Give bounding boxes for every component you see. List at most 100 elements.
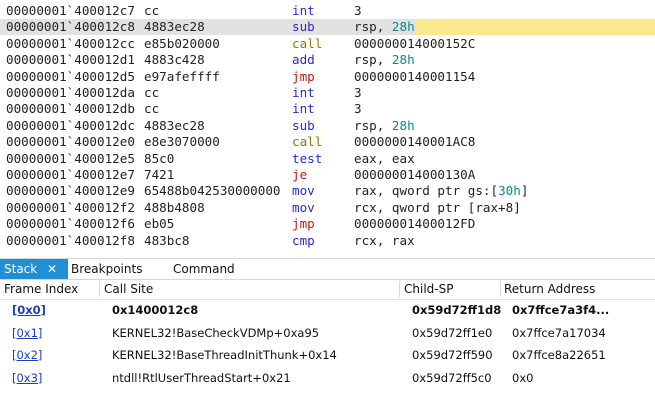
- disasm-mnemonic: cmp: [292, 232, 315, 248]
- disasm-mnemonic: int: [292, 3, 315, 18]
- child-sp: 0x59d72ff1d8: [412, 303, 502, 317]
- child-sp: 0x59d72ff1e0: [412, 325, 493, 340]
- column-divider[interactable]: [399, 281, 400, 297]
- disasm-row-current[interactable]: 00000001`400012c8 4883ec28 sub rsp, 28h: [0, 19, 655, 36]
- disasm-mnemonic: sub: [292, 117, 315, 133]
- disasm-address: 00000001`400012f2: [6, 199, 135, 215]
- disasm-bytes: eb05: [144, 216, 175, 232]
- disasm-bytes: 85c0: [144, 150, 175, 166]
- tab-stack-label: Stack: [4, 262, 38, 276]
- col-frame-index[interactable]: Frame Index: [4, 279, 78, 299]
- disasm-row[interactable]: 00000001`400012e7 7421 je 000000014000130A: [0, 167, 655, 183]
- disasm-address: 00000001`400012da: [6, 85, 135, 100]
- operand-immediate: 28h: [391, 117, 415, 133]
- tab-bar: Stack ✕ Breakpoints Command: [0, 258, 655, 280]
- disasm-address: 00000001`400012d5: [6, 68, 135, 84]
- disasm-bytes: 4883ec28: [144, 117, 205, 133]
- disasm-operands: 3: [354, 101, 362, 117]
- frame-index-link[interactable]: [0x2]: [12, 344, 42, 366]
- disasm-address: 00000001`400012f6: [6, 216, 135, 232]
- disasm-bytes: cc: [144, 85, 160, 100]
- operand-immediate: 30h: [498, 183, 521, 199]
- frame-index-link[interactable]: [0x3]: [12, 367, 42, 389]
- disasm-operands: eax, eax: [354, 150, 415, 166]
- disasm-operands: 3: [354, 3, 362, 18]
- disasm-mnemonic: sub: [292, 19, 315, 35]
- col-child-sp[interactable]: Child-SP: [404, 279, 453, 299]
- stack-row[interactable]: [0x2] KERNEL32!BaseThreadInitThunk+0x14 0x…: [0, 344, 655, 366]
- disasm-row[interactable]: 00000001`400012e5 85c0 test eax, eax: [0, 151, 655, 167]
- call-site: 0x1400012c8: [112, 303, 199, 317]
- disasm-mnemonic: int: [292, 101, 315, 117]
- disasm-bytes: 488b4808: [144, 199, 205, 215]
- disasm-mnemonic: je: [292, 167, 308, 182]
- disasm-row[interactable]: 00000001`400012da cc int 3: [0, 85, 655, 101]
- disasm-bytes: 4883ec28: [144, 19, 205, 35]
- frame-index-link[interactable]: [0x1]: [12, 322, 42, 344]
- disasm-bytes: 65488b042530000000: [144, 183, 281, 199]
- disasm-operands: rsp, 28h: [354, 19, 415, 35]
- disasm-mnemonic: jmp: [292, 68, 315, 84]
- disasm-bytes: e97afeffff: [144, 68, 220, 84]
- column-divider[interactable]: [500, 281, 501, 297]
- col-return-address[interactable]: Return Address: [504, 279, 595, 299]
- disasm-row[interactable]: 00000001`400012db cc int 3: [0, 101, 655, 117]
- disasm-address: 00000001`400012f8: [6, 232, 135, 248]
- tab-breakpoints[interactable]: Breakpoints: [71, 259, 142, 279]
- disasm-operands: 3: [354, 85, 362, 100]
- disasm-bytes: 483bc8: [144, 232, 190, 248]
- disasm-address: 00000001`400012e7: [6, 167, 135, 182]
- disasm-mnemonic: mov: [292, 199, 315, 215]
- return-address: 0x0: [512, 370, 534, 385]
- close-icon[interactable]: ✕: [47, 259, 57, 279]
- child-sp: 0x59d72ff590: [412, 348, 493, 362]
- disasm-row[interactable]: 00000001`400012f2 488b4808 mov rcx, qword p…: [0, 200, 655, 216]
- operand-immediate: 28h: [391, 19, 415, 35]
- return-address: 0x7ffce7a17034: [512, 325, 606, 340]
- stack-row[interactable]: [0x1] KERNEL32!BaseCheckVDMp+0xa95 0x59d72…: [0, 322, 655, 344]
- disasm-row[interactable]: 00000001`400012d5 e97afeffff jmp 0000000140…: [0, 69, 655, 85]
- disasm-operands: 00000001400012FD: [354, 216, 476, 232]
- child-sp: 0x59d72ff5c0: [412, 370, 492, 385]
- disasm-row[interactable]: 00000001`400012d1 4883c428 add rsp, 28h: [0, 52, 655, 68]
- disasm-row[interactable]: 00000001`400012f8 483bc8 cmp rcx, rax: [0, 233, 655, 249]
- call-site: KERNEL32!BaseCheckVDMp+0xa95: [112, 325, 320, 340]
- disasm-bytes: 7421: [144, 167, 175, 182]
- stack-row[interactable]: [0x3] ntdll!RtlUserThreadStart+0x21 0x59d7…: [0, 367, 655, 389]
- tab-command[interactable]: Command: [173, 259, 235, 279]
- disasm-address: 00000001`400012e5: [6, 150, 135, 166]
- disasm-mnemonic: int: [292, 85, 315, 100]
- call-site: ntdll!RtlUserThreadStart+0x21: [112, 370, 291, 385]
- call-site: KERNEL32!BaseThreadInitThunk+0x14: [112, 348, 337, 362]
- disasm-row[interactable]: 00000001`400012cc e85b020000 call 000000014…: [0, 36, 655, 52]
- disasm-row[interactable]: 00000001`400012f6 eb05 jmp 00000001400012FD: [0, 216, 655, 232]
- disassembly-pane[interactable]: 00000001`400012c7 cc int 3 00000001`400012c8…: [0, 0, 655, 252]
- disasm-address: 00000001`400012db: [6, 101, 135, 117]
- disasm-bytes: e85b020000: [144, 35, 220, 51]
- disasm-operands: rcx, qword ptr [rax+8]: [354, 199, 521, 215]
- disasm-address: 00000001`400012cc: [6, 35, 135, 51]
- col-call-site[interactable]: Call Site: [104, 279, 153, 299]
- disasm-row[interactable]: 00000001`400012dc 4883ec28 sub rsp, 28h: [0, 118, 655, 134]
- disasm-bytes: cc: [144, 101, 160, 117]
- disasm-address: 00000001`400012e0: [6, 134, 135, 150]
- disasm-row[interactable]: 00000001`400012e0 e8e3070000 call 000000014…: [0, 134, 655, 150]
- return-address: 0x7ffce8a22651: [512, 348, 606, 362]
- disasm-row[interactable]: 00000001`400012c7 cc int 3: [0, 3, 655, 19]
- disasm-mnemonic: call: [292, 35, 323, 51]
- frame-index-link[interactable]: [0x0]: [12, 299, 46, 321]
- disasm-operands: rcx, rax: [354, 232, 415, 248]
- disasm-row[interactable]: 00000001`400012e9 65488b042530000000 mov ra…: [0, 183, 655, 199]
- operand-immediate: 28h: [391, 52, 415, 68]
- disasm-mnemonic: add: [292, 52, 315, 68]
- stack-row[interactable]: [0x0] 0x1400012c8 0x59d72ff1d8 0x7ffce7a3f4…: [0, 299, 655, 321]
- disasm-operands: rsp, 28h: [354, 52, 415, 68]
- disasm-bytes: 4883c428: [144, 52, 205, 68]
- return-address: 0x7ffce7a3f4...: [512, 303, 610, 317]
- disasm-operands: 000000014000152C: [354, 35, 476, 51]
- tab-stack[interactable]: Stack ✕: [0, 259, 68, 279]
- disasm-mnemonic: call: [292, 134, 323, 150]
- disasm-bytes: e8e3070000: [144, 134, 220, 150]
- column-divider[interactable]: [99, 281, 100, 297]
- disasm-operands: rsp, 28h: [354, 117, 415, 133]
